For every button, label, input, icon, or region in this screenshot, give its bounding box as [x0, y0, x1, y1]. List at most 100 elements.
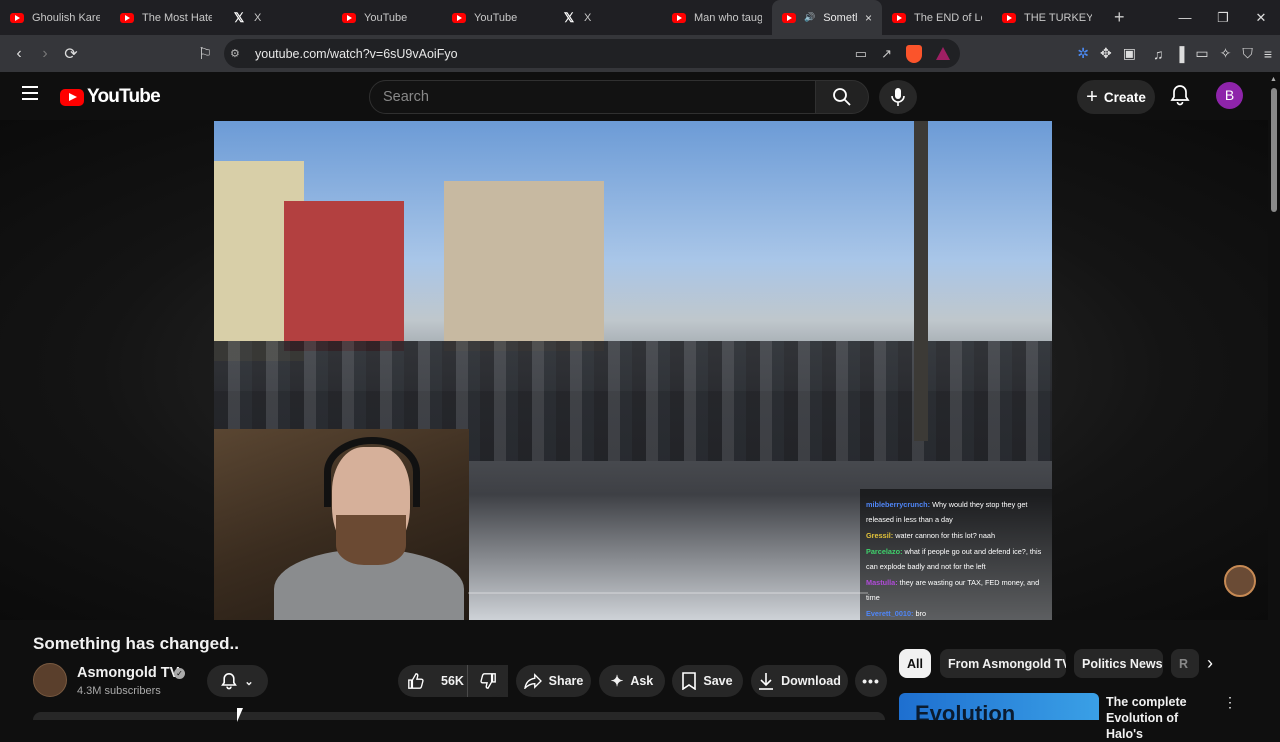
- download-icon: [759, 673, 774, 690]
- browser-tab[interactable]: YouTube: [332, 0, 442, 35]
- share-page-icon[interactable]: ↗: [881, 46, 892, 62]
- notifications-icon[interactable]: [1170, 84, 1190, 111]
- search-box[interactable]: [369, 80, 816, 114]
- save-label: Save: [703, 674, 733, 688]
- tab-title: THE TURKEY TO: [1024, 11, 1092, 24]
- tab-title: Ghoulish Karen: [32, 11, 100, 24]
- chat-message: Mastulla: they are wasting our TAX, FED …: [866, 575, 1046, 605]
- chip-from-channel[interactable]: From Asmongold TV: [940, 649, 1066, 678]
- chat-username: Gressil:: [866, 531, 894, 540]
- extensions-icon[interactable]: ✥: [1100, 45, 1112, 62]
- more-vertical-icon[interactable]: ⋮: [1223, 694, 1237, 711]
- video-title: Something has changed..: [33, 634, 239, 653]
- dislike-button[interactable]: [467, 665, 508, 697]
- brave-shields-icon[interactable]: [906, 44, 922, 63]
- audio-playing-icon[interactable]: 🔊: [804, 12, 815, 23]
- create-button[interactable]: + Create: [1077, 80, 1155, 114]
- menu-icon[interactable]: ≡: [1264, 46, 1272, 62]
- cast-icon[interactable]: ▭: [855, 46, 867, 62]
- thumbs-up-icon: [408, 673, 424, 689]
- video-pole: [914, 121, 928, 441]
- description-box[interactable]: [33, 712, 885, 720]
- bookmark-icon[interactable]: ⚐: [192, 44, 218, 64]
- browser-tab[interactable]: THE TURKEY TO: [992, 0, 1102, 35]
- address-bar[interactable]: ⚙ youtube.com/watch?v=6sU9vAoiFyo ▭ ↗: [224, 39, 960, 68]
- download-button[interactable]: Download: [751, 665, 848, 697]
- youtube-favicon-icon: [1002, 12, 1016, 23]
- chevron-right-icon[interactable]: ›: [1207, 653, 1213, 674]
- search-icon: [833, 88, 851, 106]
- x-favicon-icon: 𝕏: [233, 9, 245, 25]
- browser-tab[interactable]: Man who taugh: [662, 0, 772, 35]
- video-progress-bar[interactable]: [468, 592, 868, 594]
- like-count: 56K: [441, 674, 464, 688]
- subscribed-button[interactable]: ⌄: [207, 665, 268, 697]
- browser-toolbar: ‹ › ⟳ ⚐ ⚙ youtube.com/watch?v=6sU9vAoiFy…: [0, 35, 1280, 72]
- forward-icon[interactable]: ›: [32, 45, 58, 63]
- browser-tab[interactable]: 𝕏X: [552, 0, 662, 35]
- tab-title: X: [254, 11, 262, 24]
- site-info-icon[interactable]: ⚙: [230, 47, 240, 60]
- scrollbar-thumb[interactable]: [1271, 88, 1277, 212]
- browser-tab[interactable]: 𝕏X: [222, 0, 332, 35]
- share-icon: [523, 673, 542, 689]
- brave-rewards-icon[interactable]: [936, 47, 950, 60]
- browser-tab[interactable]: The END of Lol: [882, 0, 992, 35]
- browser-tab[interactable]: YouTube: [442, 0, 552, 35]
- browser-tab[interactable]: The Most Hated: [110, 0, 222, 35]
- reload-icon[interactable]: ⟳: [58, 44, 84, 64]
- share-button[interactable]: Share: [516, 665, 591, 697]
- chip-all[interactable]: All: [899, 649, 931, 678]
- scroll-up-arrow-icon[interactable]: ▲: [1270, 76, 1277, 83]
- youtube-favicon-icon: [10, 12, 24, 23]
- youtube-header: YouTube + Create B: [0, 72, 1280, 120]
- screenshot-icon[interactable]: ▣: [1123, 45, 1136, 62]
- chip-related[interactable]: R: [1171, 649, 1199, 678]
- search-input[interactable]: [370, 81, 815, 113]
- sidebar-icon[interactable]: ▐: [1174, 46, 1184, 62]
- vpn-icon[interactable]: ✲: [1077, 45, 1089, 62]
- save-button[interactable]: Save: [672, 665, 743, 697]
- account-avatar[interactable]: B: [1216, 82, 1243, 109]
- chat-username: mibleberrycrunch:: [866, 500, 931, 509]
- headset-icon: [324, 437, 420, 507]
- sparkle-icon: ✦: [610, 673, 624, 690]
- youtube-logo-text: YouTube: [87, 86, 161, 107]
- tab-title: YouTube: [364, 11, 408, 24]
- chat-text: water cannon for this lot? naah: [895, 531, 996, 540]
- url-text[interactable]: youtube.com/watch?v=6sU9vAoiFyo: [255, 47, 458, 61]
- chat-username: Parcelazo:: [866, 547, 903, 556]
- voice-search-button[interactable]: [879, 80, 917, 114]
- video-player[interactable]: mibleberrycrunch: Why would they stop th…: [214, 121, 1052, 620]
- save-playlist-icon: [682, 672, 697, 690]
- tab-title: The Most Hated: [142, 11, 212, 24]
- chip-politics-news[interactable]: Politics News: [1074, 649, 1163, 678]
- ask-button[interactable]: ✦ Ask: [599, 665, 665, 697]
- media-icon[interactable]: ♫: [1153, 46, 1164, 62]
- video-house: [284, 201, 404, 351]
- recommendation-thumbnail[interactable]: Evolution: [899, 693, 1099, 720]
- leo-ai-icon[interactable]: ✧: [1220, 45, 1232, 62]
- minimize-icon[interactable]: —: [1166, 0, 1204, 35]
- search-button[interactable]: [815, 80, 869, 114]
- youtube-logo[interactable]: YouTube: [60, 86, 161, 108]
- close-window-icon[interactable]: ✕: [1242, 0, 1280, 35]
- wallet-icon[interactable]: ▭: [1195, 45, 1208, 62]
- browser-tab[interactable]: 🔊 Someth ×: [772, 0, 882, 35]
- window-controls: — ❐ ✕: [1166, 0, 1280, 35]
- more-actions-button[interactable]: •••: [855, 665, 887, 697]
- youtube-logo-icon: [60, 88, 84, 106]
- browser-tab[interactable]: Ghoulish Karen: [0, 0, 110, 35]
- restore-icon[interactable]: ❐: [1204, 0, 1242, 35]
- youtube-favicon-icon: [120, 12, 134, 23]
- vpn-shield-icon[interactable]: ⛉: [1242, 45, 1253, 62]
- recommendation-title[interactable]: The complete Evolution of Halo's: [1106, 694, 1216, 742]
- channel-watermark-avatar[interactable]: [1224, 565, 1256, 597]
- channel-name[interactable]: Asmongold TV: [77, 665, 179, 681]
- channel-avatar[interactable]: [33, 663, 67, 697]
- tab-close-icon[interactable]: ×: [865, 11, 872, 25]
- guide-menu-icon[interactable]: [22, 86, 38, 104]
- thumbs-down-icon: [480, 673, 496, 689]
- back-icon[interactable]: ‹: [6, 45, 32, 63]
- new-tab-icon[interactable]: +: [1114, 7, 1125, 28]
